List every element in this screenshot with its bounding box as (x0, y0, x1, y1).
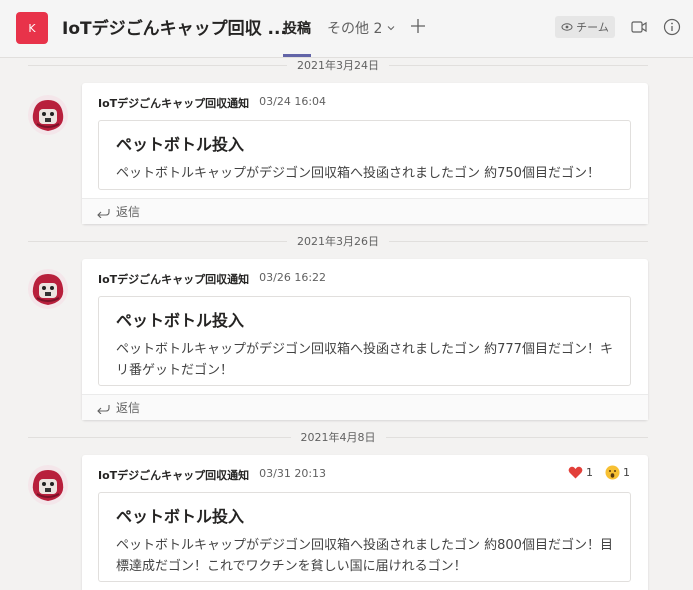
card-title: ペットボトル投入 (116, 507, 245, 526)
team-button-label: チーム (576, 21, 609, 34)
adaptive-card: ペットボトル投入 ペットボトルキャップがデジゴン回収箱へ投函されましたゴン 約7… (98, 296, 631, 386)
reply-button[interactable]: 返信 (82, 394, 648, 420)
reply-button[interactable]: 返信 (82, 198, 648, 224)
message-post: IoTデジごんキャップ回収通知 03/31 20:13 1 1 ペットボトル投入… (82, 455, 648, 590)
reaction-heart[interactable]: 1 (568, 465, 593, 480)
meet-icon[interactable] (630, 18, 648, 36)
date-separator: 2021年3月24日 (28, 57, 648, 73)
message-post: IoTデジごんキャップ回収通知 03/26 16:22 ペットボトル投入 ペット… (82, 259, 648, 420)
reply-icon (97, 404, 110, 414)
reaction-surprised[interactable]: 1 (605, 465, 630, 480)
reply-icon (97, 208, 110, 218)
tab-posts[interactable]: 投稿 (283, 18, 311, 38)
channel-title: IoTデジごんキャップ回収 ... (62, 19, 287, 39)
reaction-count: 1 (623, 466, 630, 479)
date-label: 2021年3月24日 (297, 59, 379, 72)
message-timestamp: 03/24 16:04 (259, 95, 327, 108)
date-label: 2021年3月26日 (297, 235, 379, 248)
date-separator: 2021年3月26日 (28, 233, 648, 249)
message-header: IoTデジごんキャップ回収通知 03/26 16:22 (98, 271, 326, 287)
sender-name[interactable]: IoTデジごんキャップ回収通知 (98, 467, 249, 483)
card-title: ペットボトル投入 (116, 311, 245, 330)
date-label: 2021年4月8日 (300, 431, 376, 444)
card-title: ペットボトル投入 (116, 135, 245, 154)
message-timestamp: 03/26 16:22 (259, 271, 327, 284)
card-body: ペットボトルキャップがデジゴン回収箱へ投函されましたゴン 約777個目だゴン！キ… (116, 342, 613, 378)
bot-avatar-icon[interactable] (27, 268, 69, 310)
tab-posts-label: 投稿 (283, 21, 311, 37)
adaptive-card: ペットボトル投入 ペットボトルキャップがデジゴン回収箱へ投函されましたゴン 約8… (98, 492, 631, 582)
channel-header: K IoTデジごんキャップ回収 ... 投稿 その他 2 チーム (0, 0, 693, 58)
reply-label: 返信 (116, 205, 141, 219)
bot-avatar-icon[interactable] (27, 464, 69, 506)
sender-name[interactable]: IoTデジごんキャップ回収通知 (98, 95, 249, 111)
message-header: IoTデジごんキャップ回収通知 03/24 16:04 (98, 95, 326, 111)
card-body: ペットボトルキャップがデジゴン回収箱へ投函されましたゴン 約800個目だゴン！目… (116, 538, 613, 574)
chevron-down-icon (388, 26, 395, 31)
tab-more-label: その他 2 (327, 21, 383, 37)
reactions-bar: 1 1 (568, 465, 630, 480)
reply-label: 返信 (116, 401, 141, 415)
bot-avatar-icon[interactable] (27, 94, 69, 136)
date-separator: 2021年4月8日 (28, 429, 648, 445)
team-button[interactable]: チーム (555, 16, 615, 38)
eye-icon (561, 23, 573, 31)
tab-more[interactable]: その他 2 (327, 18, 396, 38)
message-timestamp: 03/31 20:13 (259, 467, 327, 480)
card-body: ペットボトルキャップがデジゴン回収箱へ投函されましたゴン 約750個目だゴン！ (116, 166, 600, 181)
surprised-face-icon (605, 465, 620, 480)
message-post: IoTデジごんキャップ回収通知 03/24 16:04 ペットボトル投入 ペット… (82, 83, 648, 224)
message-header: IoTデジごんキャップ回収通知 03/31 20:13 (98, 467, 326, 483)
sender-name[interactable]: IoTデジごんキャップ回収通知 (98, 271, 249, 287)
add-tab-icon[interactable] (409, 17, 427, 35)
adaptive-card: ペットボトル投入 ペットボトルキャップがデジゴン回収箱へ投函されましたゴン 約7… (98, 120, 631, 190)
heart-icon (568, 466, 583, 479)
info-icon[interactable] (663, 18, 681, 36)
reaction-count: 1 (586, 466, 593, 479)
team-avatar[interactable]: K (16, 12, 48, 44)
